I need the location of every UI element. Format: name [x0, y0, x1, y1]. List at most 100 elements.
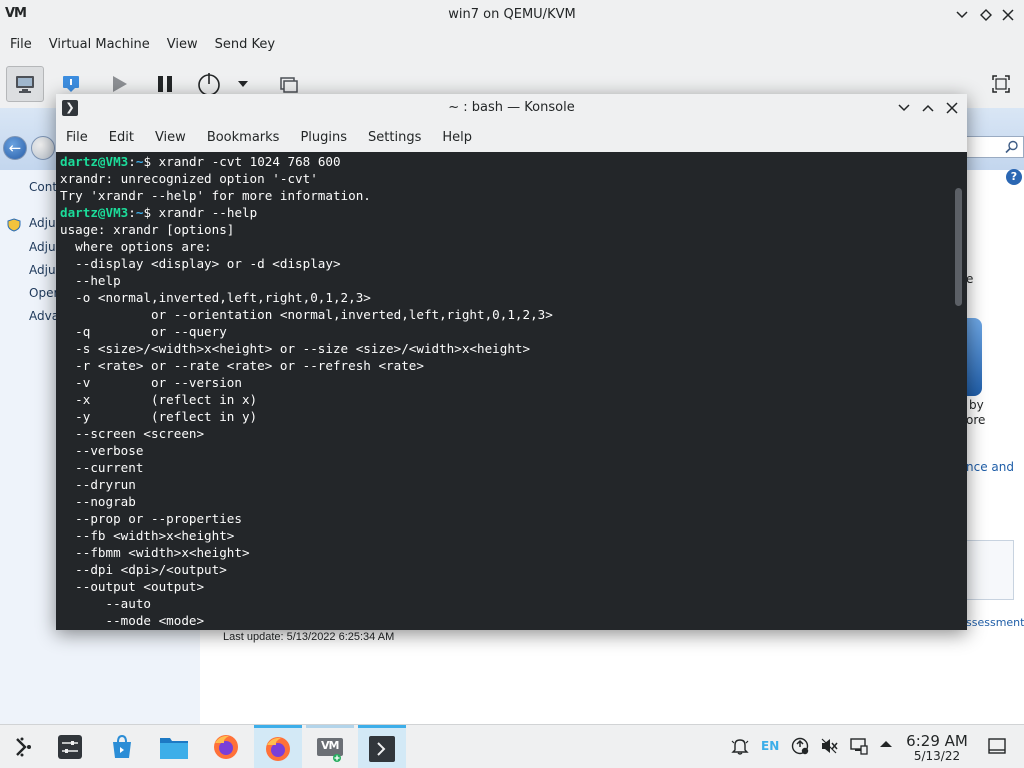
- prompt-user: dartz@VM3: [60, 154, 129, 169]
- terminal-line: --prop or --properties: [60, 511, 242, 526]
- guest-left-item[interactable]: Oper: [29, 286, 58, 300]
- terminal-line: --dpi <dpi>/<output>: [60, 562, 227, 577]
- konsole-close-icon[interactable]: [942, 98, 962, 118]
- terminal-line: --dryrun: [60, 477, 136, 492]
- guest-forward-icon[interactable]: [31, 136, 55, 160]
- terminal-line: --display <display> or -d <display>: [60, 256, 341, 271]
- guest-back-icon[interactable]: ←: [3, 136, 27, 160]
- search-icon: [1005, 140, 1018, 154]
- firefox-icon[interactable]: [202, 725, 250, 768]
- terminal-line: -q or --query: [60, 324, 227, 339]
- terminal-line: or --orientation <normal,inverted,left,r…: [60, 307, 553, 322]
- terminal-line: --auto: [60, 596, 151, 611]
- konsole-task[interactable]: [358, 725, 406, 768]
- konsole-menu-settings[interactable]: Settings: [368, 130, 421, 145]
- vm-menu-view[interactable]: View: [167, 37, 198, 52]
- terminal-line: where options are:: [60, 239, 212, 254]
- terminal-line: --fb <width>x<height>: [60, 528, 235, 543]
- terminal-line: usage: xrandr [options]: [60, 222, 235, 237]
- network-wired-icon[interactable]: [850, 737, 868, 759]
- guest-text-fragment: ore: [966, 413, 986, 427]
- guest-link-fragment[interactable]: ssessment: [966, 616, 1024, 629]
- vm-menu-file[interactable]: File: [10, 37, 32, 52]
- terminal-line: --mode <mode>: [60, 613, 205, 628]
- application-launcher-icon[interactable]: [0, 725, 48, 768]
- prompt-symbol: $: [143, 154, 152, 169]
- show-console-button[interactable]: [6, 66, 44, 102]
- close-icon[interactable]: [998, 5, 1018, 25]
- vm-window-title: win7 on QEMU/KVM: [448, 7, 576, 22]
- terminal-line: --fbmm <width>x<height>: [60, 545, 250, 560]
- notifications-bell-icon[interactable]: [731, 737, 749, 759]
- guest-text-fragment: by: [969, 398, 984, 412]
- konsole-menubar: File Edit View Bookmarks Plugins Setting…: [56, 122, 967, 152]
- terminal-command-line: dartz@VM3:~$ xrandr -cvt 1024 768 600: [60, 153, 967, 170]
- guest-left-item[interactable]: Adva: [29, 309, 59, 323]
- guest-text-fragment: e: [966, 272, 974, 286]
- guest-link-fragment[interactable]: nce and: [966, 460, 1014, 474]
- guest-left-item[interactable]: Cont: [29, 180, 57, 194]
- terminal-line: --screen <screen>: [60, 426, 205, 441]
- konsole-title: ~ : bash — Konsole: [448, 100, 575, 115]
- prompt-separator: :: [128, 154, 136, 169]
- konsole-maximize-icon[interactable]: [918, 98, 938, 118]
- clock-time[interactable]: 6:29 AM: [900, 732, 974, 750]
- konsole-minimize-icon[interactable]: [894, 98, 914, 118]
- prompt-separator: :: [128, 205, 136, 220]
- discover-store-icon[interactable]: [98, 725, 146, 768]
- guest-tile-image: [966, 318, 982, 396]
- terminal-line: --current: [60, 460, 144, 475]
- terminal-line: -s <size>/<width>x<height> or --size <si…: [60, 341, 531, 356]
- show-desktop-icon[interactable]: [988, 738, 1006, 758]
- terminal-line: xrandr: unrecognized option '-cvt': [60, 171, 318, 186]
- maximize-icon[interactable]: [976, 5, 996, 25]
- guest-last-update-text: Last update: 5/13/2022 6:25:34 AM: [223, 631, 395, 643]
- konsole-window[interactable]: ❯ ~ : bash — Konsole File Edit View Book…: [56, 94, 967, 630]
- terminal-line: -v or --version: [60, 375, 242, 390]
- guest-left-item[interactable]: Adju: [29, 216, 56, 230]
- vm-menu-send-key[interactable]: Send Key: [215, 37, 275, 52]
- vm-menubar: File Virtual Machine View Send Key: [0, 30, 1024, 58]
- terminal-line: --output <output>: [60, 579, 205, 594]
- konsole-menu-file[interactable]: File: [66, 130, 88, 145]
- keyboard-layout-indicator[interactable]: EN: [761, 739, 779, 753]
- terminal-line: --help: [60, 273, 121, 288]
- konsole-menu-edit[interactable]: Edit: [109, 130, 134, 145]
- firefox-window-task[interactable]: [254, 725, 302, 768]
- update-notifier-icon[interactable]: [791, 737, 809, 759]
- terminal-line: --verbose: [60, 443, 144, 458]
- konsole-titlebar[interactable]: ❯ ~ : bash — Konsole: [56, 94, 967, 122]
- guest-search-input[interactable]: [966, 136, 1024, 158]
- system-settings-icon[interactable]: [46, 725, 94, 768]
- guest-panel: [966, 540, 1014, 600]
- terminal-line: Try 'xrandr --help' for more information…: [60, 188, 371, 203]
- konsole-menu-view[interactable]: View: [155, 130, 186, 145]
- shield-icon: [7, 218, 21, 236]
- konsole-menu-help[interactable]: Help: [442, 130, 472, 145]
- fullscreen-icon[interactable]: [982, 66, 1020, 102]
- minimize-icon[interactable]: [952, 5, 972, 25]
- clock-date[interactable]: 5/13/22: [900, 749, 974, 763]
- virt-manager-task[interactable]: VM: [306, 725, 354, 768]
- terminal-line: -x (reflect in x): [60, 392, 258, 407]
- terminal-line: -o <normal,inverted,left,right,0,1,2,3>: [60, 290, 371, 305]
- virt-manager-task-label: VM: [321, 739, 339, 752]
- volume-muted-icon[interactable]: [820, 737, 838, 759]
- terminal-command-text: xrandr --help: [158, 205, 258, 220]
- konsole-menu-plugins[interactable]: Plugins: [300, 130, 347, 145]
- konsole-menu-bookmarks[interactable]: Bookmarks: [207, 130, 280, 145]
- terminal-line: -r <rate> or --rate <rate> or --refresh …: [60, 358, 424, 373]
- prompt-symbol: $: [143, 205, 152, 220]
- vm-menu-virtual-machine[interactable]: Virtual Machine: [49, 37, 150, 52]
- system-tray-expand-icon[interactable]: [879, 737, 893, 755]
- help-icon[interactable]: ?: [1006, 169, 1022, 185]
- taskbar: VM EN 6:29 AM 5/13/22: [0, 724, 1024, 768]
- prompt-user: dartz@VM3: [60, 205, 129, 220]
- terminal-scrollbar[interactable]: [955, 188, 962, 306]
- file-manager-icon[interactable]: [150, 725, 198, 768]
- terminal-line: -y (reflect in y): [60, 409, 258, 424]
- terminal-command-text: xrandr -cvt 1024 768 600: [158, 154, 341, 169]
- terminal-line: --nograb: [60, 494, 136, 509]
- terminal-output[interactable]: dartz@VM3:~$ xrandr -cvt 1024 768 600 xr…: [56, 152, 967, 630]
- vm-window-titlebar[interactable]: VM win7 on QEMU/KVM: [0, 0, 1024, 30]
